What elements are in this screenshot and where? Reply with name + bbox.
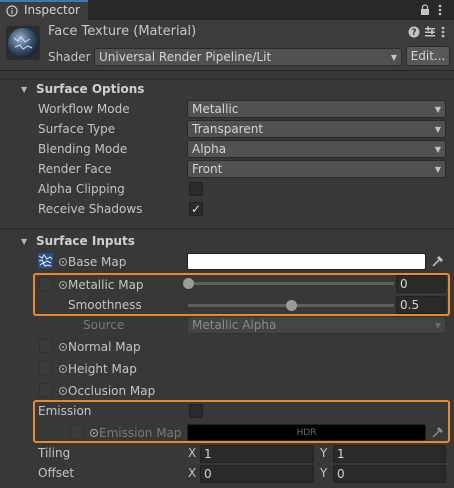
- svg-text:?: ?: [411, 28, 416, 38]
- foldout-arrow-icon[interactable]: ▼: [21, 237, 27, 246]
- chevron-down-icon: ▼: [390, 53, 397, 62]
- tiling-x-label: X: [188, 446, 197, 460]
- help-icon[interactable]: ?: [408, 26, 420, 38]
- height-map-texture-slot[interactable]: [39, 361, 53, 375]
- checkmark-icon: ✓: [190, 202, 202, 216]
- edit-shader-button[interactable]: Edit...: [406, 46, 450, 66]
- tiling-x-field[interactable]: 1: [200, 445, 314, 463]
- tiling-y-label: Y: [320, 446, 328, 460]
- emission-map-label: Emission Map: [99, 426, 182, 440]
- smoothness-label: Smoothness: [68, 298, 142, 312]
- material-preview-icon: [6, 26, 40, 60]
- occlusion-map-label: Occlusion Map: [68, 384, 156, 398]
- shader-label: Shader: [48, 50, 91, 64]
- offset-label: Offset: [38, 466, 75, 480]
- eyedropper-icon[interactable]: [431, 425, 445, 439]
- source-value: Metallic Alpha: [192, 318, 277, 332]
- metallic-map-label: Metallic Map: [68, 278, 144, 292]
- offset-x-field[interactable]: 0: [200, 465, 314, 483]
- smoothness-value: 0.5: [400, 298, 420, 312]
- emission-color-field[interactable]: HDR: [187, 424, 426, 441]
- section-divider: [0, 78, 454, 80]
- offset-x-label: X: [188, 466, 197, 480]
- surface-inputs-header[interactable]: Surface Inputs: [36, 234, 135, 248]
- blending-mode-label: Blending Mode: [38, 142, 128, 156]
- base-map-texture-icon[interactable]: [38, 253, 53, 268]
- offset-y-field[interactable]: 0: [333, 465, 446, 483]
- smoothness-slider-handle[interactable]: [286, 300, 297, 311]
- surface-options-header[interactable]: Surface Options: [36, 82, 144, 96]
- more-icon[interactable]: [441, 26, 445, 38]
- foldout-arrow-icon[interactable]: ▼: [21, 85, 27, 94]
- base-map-color-field[interactable]: [187, 253, 426, 270]
- texture-picker-icon[interactable]: [59, 365, 67, 373]
- tiling-x-value: 1: [204, 447, 212, 461]
- texture-picker-icon[interactable]: [59, 387, 67, 395]
- metallic-slider-track[interactable]: [188, 282, 394, 285]
- surface-type-value: Transparent: [192, 122, 264, 136]
- tab-inspector[interactable]: Inspector: [0, 0, 88, 20]
- workflow-mode-label: Workflow Mode: [38, 102, 130, 116]
- chevron-down-icon: ▼: [434, 125, 441, 134]
- chevron-down-icon: ▼: [434, 105, 441, 114]
- height-map-label: Height Map: [68, 362, 137, 376]
- blending-mode-value: Alpha: [192, 142, 227, 156]
- metallic-map-texture-slot[interactable]: [39, 277, 53, 291]
- metallic-slider-handle[interactable]: [183, 278, 194, 289]
- receive-shadows-label: Receive Shadows: [38, 202, 143, 216]
- material-title: Face Texture (Material): [48, 24, 197, 39]
- info-icon: [6, 5, 18, 17]
- source-label: Source: [83, 318, 125, 332]
- alpha-clipping-checkbox[interactable]: [189, 182, 203, 196]
- shader-dropdown[interactable]: Universal Render Pipeline/Lit ▼: [94, 48, 402, 66]
- render-face-value: Front: [192, 162, 223, 176]
- tiling-y-field[interactable]: 1: [333, 445, 446, 463]
- offset-y-value: 0: [337, 467, 345, 481]
- emission-checkbox[interactable]: [189, 404, 203, 418]
- surface-type-label: Surface Type: [38, 122, 116, 136]
- tiling-y-value: 1: [337, 447, 345, 461]
- alpha-clipping-label: Alpha Clipping: [38, 182, 125, 196]
- texture-picker-icon[interactable]: [59, 258, 67, 266]
- offset-y-label: Y: [320, 466, 328, 480]
- shader-value: Universal Render Pipeline/Lit: [99, 50, 272, 64]
- occlusion-map-texture-slot[interactable]: [39, 383, 53, 397]
- receive-shadows-checkbox[interactable]: ✓: [189, 202, 203, 216]
- chevron-down-icon: ▼: [434, 165, 441, 174]
- smoothness-value-field[interactable]: 0.5: [396, 296, 446, 314]
- metallic-value: 0: [400, 277, 408, 291]
- surface-type-dropdown[interactable]: Transparent ▼: [187, 120, 446, 138]
- section-divider: [0, 228, 454, 230]
- render-face-label: Render Face: [38, 162, 112, 176]
- texture-picker-icon[interactable]: [59, 343, 67, 351]
- workflow-mode-dropdown[interactable]: Metallic ▼: [187, 100, 446, 118]
- workflow-mode-value: Metallic: [192, 102, 239, 116]
- metallic-value-field[interactable]: 0: [396, 275, 446, 293]
- menu-icon[interactable]: [438, 4, 442, 16]
- base-map-label: Base Map: [68, 255, 127, 269]
- normal-map-label: Normal Map: [68, 340, 141, 354]
- presets-icon[interactable]: [424, 26, 436, 38]
- texture-picker-icon[interactable]: [90, 429, 98, 437]
- emission-label: Emission: [38, 404, 92, 418]
- blending-mode-dropdown[interactable]: Alpha ▼: [187, 140, 446, 158]
- texture-picker-icon[interactable]: [59, 281, 67, 289]
- chevron-down-icon: ▼: [434, 145, 441, 154]
- render-face-dropdown[interactable]: Front ▼: [187, 160, 446, 178]
- emission-map-texture-slot[interactable]: [70, 425, 84, 439]
- tab-label: Inspector: [24, 3, 80, 17]
- eyedropper-icon[interactable]: [431, 254, 445, 268]
- lock-icon[interactable]: [420, 4, 430, 16]
- tiling-label: Tiling: [38, 446, 71, 460]
- chevron-down-icon: ▼: [434, 321, 441, 330]
- normal-map-texture-slot[interactable]: [39, 339, 53, 353]
- source-dropdown[interactable]: Metallic Alpha ▼: [187, 316, 446, 334]
- offset-x-value: 0: [204, 467, 212, 481]
